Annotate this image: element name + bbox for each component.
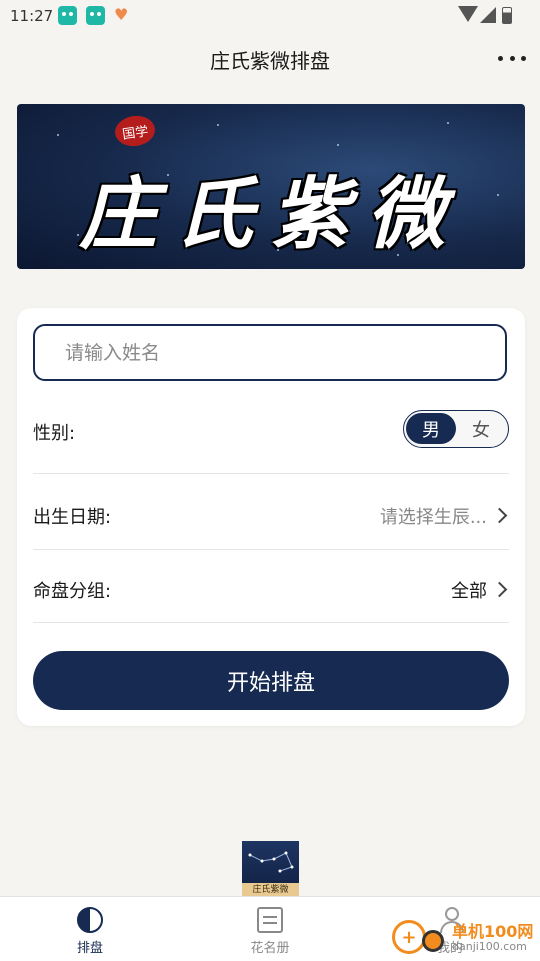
page-title: 庄氏紫微排盘	[210, 49, 330, 73]
wifi-icon	[458, 6, 478, 22]
chevron-right-icon	[491, 507, 508, 524]
gender-label: 性别:	[33, 423, 76, 444]
yinyang-icon	[77, 907, 103, 933]
name-input[interactable]	[33, 324, 507, 381]
chevron-right-icon	[491, 581, 508, 598]
banner-seal: 国学	[113, 113, 157, 149]
watermark-name: 单机100网	[452, 922, 534, 941]
divider	[33, 549, 509, 550]
gender-toggle[interactable]: 男 女	[403, 410, 509, 448]
start-chart-button[interactable]: 开始排盘	[33, 651, 509, 710]
birth-date-label: 出生日期:	[33, 507, 112, 528]
tab-label: 花名册	[250, 941, 290, 956]
banner-title: 庄氏紫微	[78, 169, 463, 260]
birth-date-row[interactable]: 出生日期: 请选择生辰...	[33, 507, 509, 544]
watermark-logo-icon	[422, 930, 444, 952]
divider	[33, 473, 509, 474]
document-icon	[257, 907, 283, 933]
heart-notification-icon: ♥	[114, 5, 129, 24]
app-notification-icon	[86, 6, 105, 25]
more-dot-icon	[521, 55, 526, 61]
status-time: 11:27	[10, 7, 54, 25]
app-notification-icon	[58, 6, 77, 25]
chart-group-value: 全部	[451, 581, 487, 602]
more-options-button[interactable]	[498, 46, 526, 70]
constellation-icon	[248, 851, 294, 873]
watermark-logo-icon: +	[392, 920, 426, 954]
chart-group-label: 命盘分组:	[33, 581, 112, 602]
banner-image: 国学 庄氏紫微	[17, 104, 525, 269]
divider	[33, 622, 509, 623]
tab-paipan[interactable]: 排盘	[0, 897, 180, 961]
nav-bar: 庄氏紫微排盘	[0, 36, 540, 82]
chart-group-row[interactable]: 命盘分组: 全部	[33, 581, 509, 618]
site-watermark: + 单机100网 danji100.com	[392, 918, 540, 958]
floating-app-thumbnail[interactable]: 庄氏紫微	[242, 841, 299, 897]
more-dot-icon	[498, 55, 503, 61]
gender-option-female[interactable]: 女	[456, 413, 506, 444]
tab-roster[interactable]: 花名册	[180, 897, 360, 961]
watermark-url: danji100.com	[452, 940, 527, 953]
birth-date-value: 请选择生辰...	[379, 507, 487, 528]
signal-icon	[480, 7, 496, 23]
gender-option-male[interactable]: 男	[406, 413, 456, 444]
chart-form-card: 性别: 男 女 出生日期: 请选择生辰... 命盘分组: 全部 开始排盘	[17, 308, 525, 726]
status-bar: 11:27 ♥	[0, 0, 540, 32]
battery-icon	[502, 7, 512, 24]
more-dot-icon	[509, 55, 515, 61]
thumbnail-label: 庄氏紫微	[242, 883, 299, 897]
tab-label: 排盘	[76, 941, 103, 956]
